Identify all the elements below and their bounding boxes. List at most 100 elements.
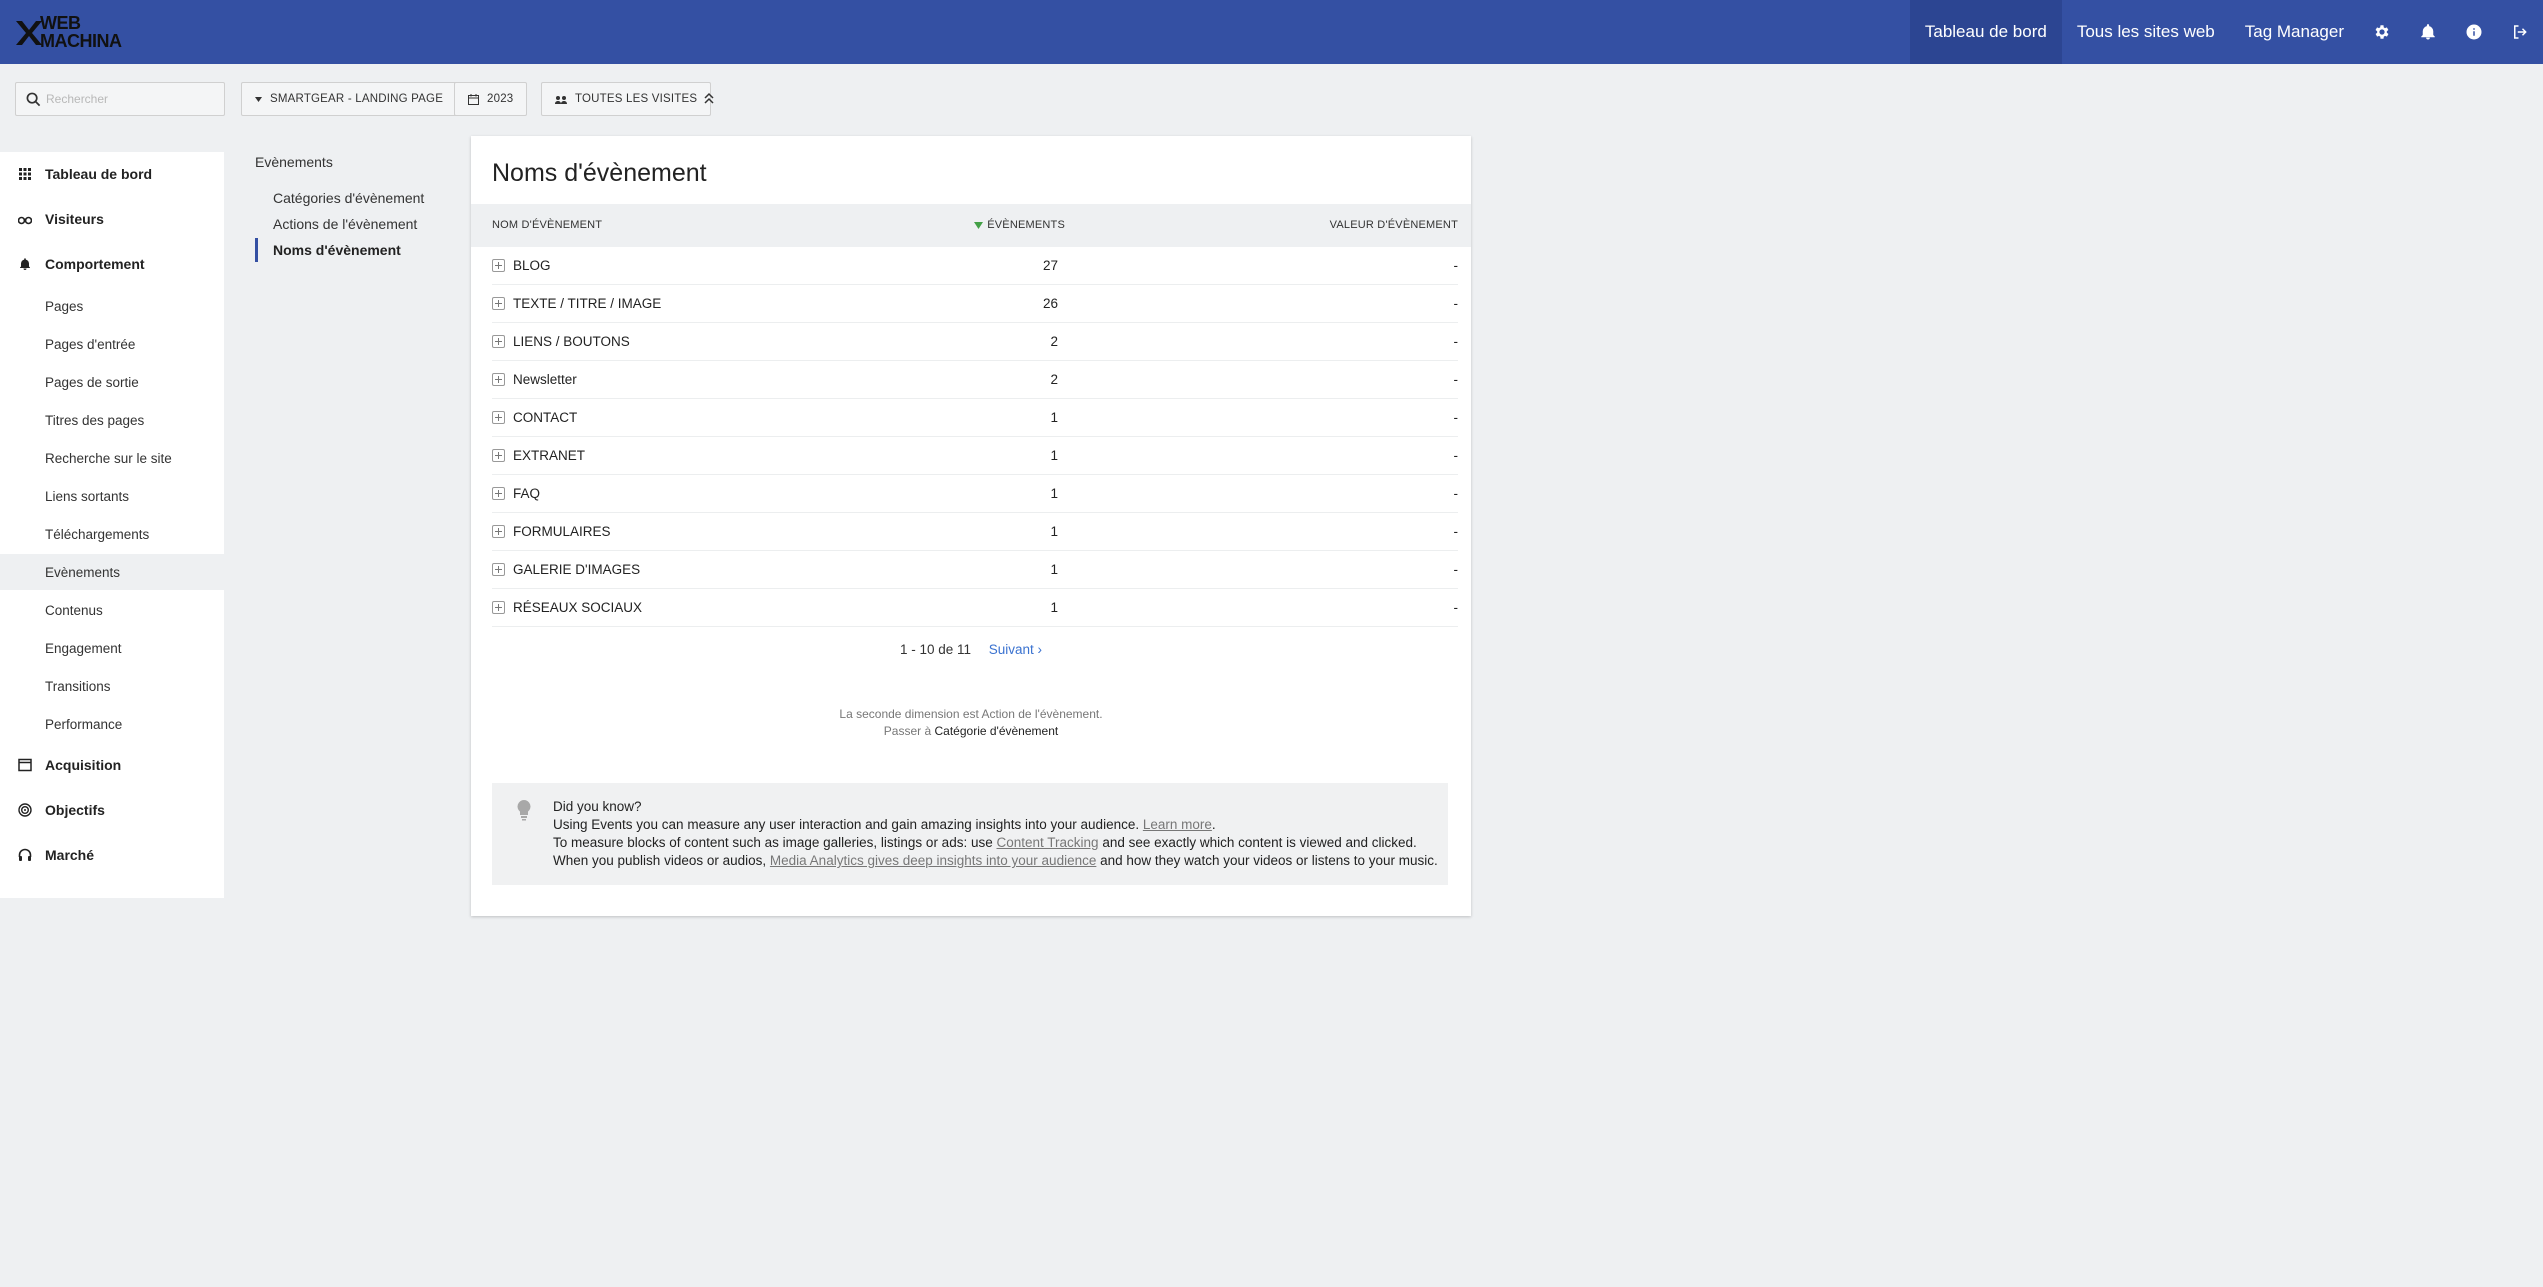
menu-dashboard[interactable]: Tableau de bord <box>0 159 224 189</box>
gear-icon <box>2375 25 2389 39</box>
expand-icon[interactable] <box>492 259 505 272</box>
menu-item-contents[interactable]: Contenus <box>0 592 224 628</box>
expand-icon[interactable] <box>492 601 505 614</box>
expand-icon[interactable] <box>492 297 505 310</box>
menu-goals[interactable]: Objectifs <box>0 795 224 825</box>
learn-more-link[interactable]: Learn more <box>1143 817 1212 832</box>
menu-item-label: Contenus <box>45 602 103 618</box>
expand-icon[interactable] <box>492 563 505 576</box>
logout-icon <box>2514 25 2527 39</box>
search-input[interactable] <box>46 89 216 109</box>
logout-button[interactable] <box>2497 0 2543 64</box>
table-header: NOM D'ÉVÈNEMENT ÉVÈNEMENTS VALEUR D'ÉVÈN… <box>471 204 1471 247</box>
table-row[interactable]: LIENS / BOUTONS 2 - <box>492 323 1458 361</box>
tip-line-events: Using Events you can measure any user in… <box>553 816 1438 834</box>
collapse-filters-button[interactable] <box>697 84 721 112</box>
table-row[interactable]: GALERIE D'IMAGES 1 - <box>492 551 1458 589</box>
menu-item-performance[interactable]: Performance <box>0 706 224 742</box>
row-name: FORMULAIRES <box>513 524 611 539</box>
expand-icon[interactable] <box>492 525 505 538</box>
tip-period: . <box>1211 817 1216 832</box>
row-name: FAQ <box>513 486 541 501</box>
nav-dashboard-link[interactable]: Tableau de bord <box>1909 0 2062 64</box>
period-selector-button[interactable]: 2023 <box>454 82 528 116</box>
row-events: 1 <box>1050 600 1058 615</box>
tip-heading: Did you know? <box>553 799 642 814</box>
next-page-link[interactable]: Suivant › <box>989 642 1042 657</box>
top-nav: Tableau de bord Tous les sites web Tag M… <box>1909 0 2543 64</box>
row-name: TEXTE / TITRE / IMAGE <box>513 296 662 311</box>
menu-item-exit-pages[interactable]: Pages de sortie <box>0 364 224 400</box>
menu-item-page-titles[interactable]: Titres des pages <box>0 402 224 438</box>
menu-item-label: Recherche sur le site <box>45 450 172 466</box>
table-row[interactable]: CONTACT 1 - <box>492 399 1458 437</box>
search-box <box>15 82 225 116</box>
pagination-range: 1 - 10 de 11 <box>899 642 971 657</box>
site-selector-button[interactable]: SMARTGEAR - LANDING PAGE <box>241 82 458 116</box>
nav-all-websites-link[interactable]: Tous les sites web <box>2062 0 2230 64</box>
headphones-icon <box>18 848 32 861</box>
subnav-heading: Evènements <box>255 154 333 170</box>
column-header-name[interactable]: NOM D'ÉVÈNEMENT <box>492 219 602 231</box>
menu-item-entry-pages[interactable]: Pages d'entrée <box>0 326 224 362</box>
expand-icon[interactable] <box>492 335 505 348</box>
period-selector-label: 2023 <box>487 93 514 105</box>
content-tracking-link[interactable]: Content Tracking <box>997 835 1099 850</box>
row-events: 2 <box>1050 334 1058 349</box>
menu-item-label: Téléchargements <box>45 526 150 542</box>
menu-marketplace[interactable]: Marché <box>0 840 224 870</box>
table-row[interactable]: BLOG 27 - <box>492 247 1458 285</box>
table-row[interactable]: TEXTE / TITRE / IMAGE 26 - <box>492 285 1458 323</box>
subnav-event-names[interactable]: Noms d'évènement <box>255 238 401 262</box>
switch-dimension-link[interactable]: Catégorie d'évènement <box>935 724 1059 738</box>
help-button[interactable] <box>2451 0 2497 64</box>
expand-icon[interactable] <box>492 487 505 500</box>
menu-item-events[interactable]: Evènements <box>0 554 224 590</box>
binoculars-icon <box>18 216 32 225</box>
row-value: - <box>1453 600 1459 615</box>
menu-acquisition[interactable]: Acquisition <box>0 750 224 780</box>
menu-item-label: Titres des pages <box>45 412 145 428</box>
expand-icon[interactable] <box>492 411 505 424</box>
expand-icon[interactable] <box>492 373 505 386</box>
table-row[interactable]: FAQ 1 - <box>492 475 1458 513</box>
menu-item-transitions[interactable]: Transitions <box>0 668 224 704</box>
menu-item-site-search[interactable]: Recherche sur le site <box>0 440 224 476</box>
menu-item-outlinks[interactable]: Liens sortants <box>0 478 224 514</box>
bell-icon <box>2421 24 2435 40</box>
subnav-event-categories[interactable]: Catégories d'évènement <box>255 186 424 210</box>
calendar-icon <box>468 93 479 105</box>
table-row[interactable]: RÉSEAUX SOCIAUX 1 - <box>492 589 1458 627</box>
row-value: - <box>1453 334 1459 349</box>
settings-button[interactable] <box>2359 0 2405 64</box>
menu-visitors[interactable]: Visiteurs <box>0 204 224 234</box>
secondary-dimension-switch: Passer à Catégorie d'évènement <box>471 723 1471 740</box>
table-row[interactable]: FORMULAIRES 1 - <box>492 513 1458 551</box>
column-header-value[interactable]: VALEUR D'ÉVÈNEMENT <box>1330 219 1458 231</box>
notifications-button[interactable] <box>2405 0 2451 64</box>
pagination: 1 - 10 de 11 Suivant › <box>471 642 1471 657</box>
nav-tag-manager-link[interactable]: Tag Manager <box>2230 0 2359 64</box>
row-name: GALERIE D'IMAGES <box>513 562 641 577</box>
menu-acquisition-label: Acquisition <box>45 757 122 773</box>
switch-prefix: Passer à <box>883 724 932 738</box>
brand-logo[interactable]: WEB MACHINA <box>14 14 122 52</box>
row-name: LIENS / BOUTONS <box>513 334 630 349</box>
menu-behaviour[interactable]: Comportement <box>0 249 224 279</box>
menu-goals-label: Objectifs <box>45 802 105 818</box>
row-value: - <box>1453 562 1459 577</box>
row-events: 26 <box>1042 296 1058 311</box>
subnav-event-actions[interactable]: Actions de l'évènement <box>255 212 417 236</box>
expand-icon[interactable] <box>492 449 505 462</box>
media-analytics-link[interactable]: Media Analytics gives deep insights into… <box>770 853 1096 868</box>
table-row[interactable]: EXTRANET 1 - <box>492 437 1458 475</box>
segment-selector-button[interactable]: TOUTES LES VISITES <box>541 82 712 116</box>
table-row[interactable]: Newsletter 2 - <box>492 361 1458 399</box>
menu-item-downloads[interactable]: Téléchargements <box>0 516 224 552</box>
column-header-events[interactable]: ÉVÈNEMENTS <box>974 219 1065 231</box>
menu-item-label: Pages de sortie <box>45 374 139 390</box>
menu-item-engagement[interactable]: Engagement <box>0 630 224 666</box>
menu-item-pages[interactable]: Pages <box>0 288 224 324</box>
secondary-dimension-info: La seconde dimension est Action de l'évè… <box>471 706 1471 740</box>
row-events: 1 <box>1050 524 1058 539</box>
